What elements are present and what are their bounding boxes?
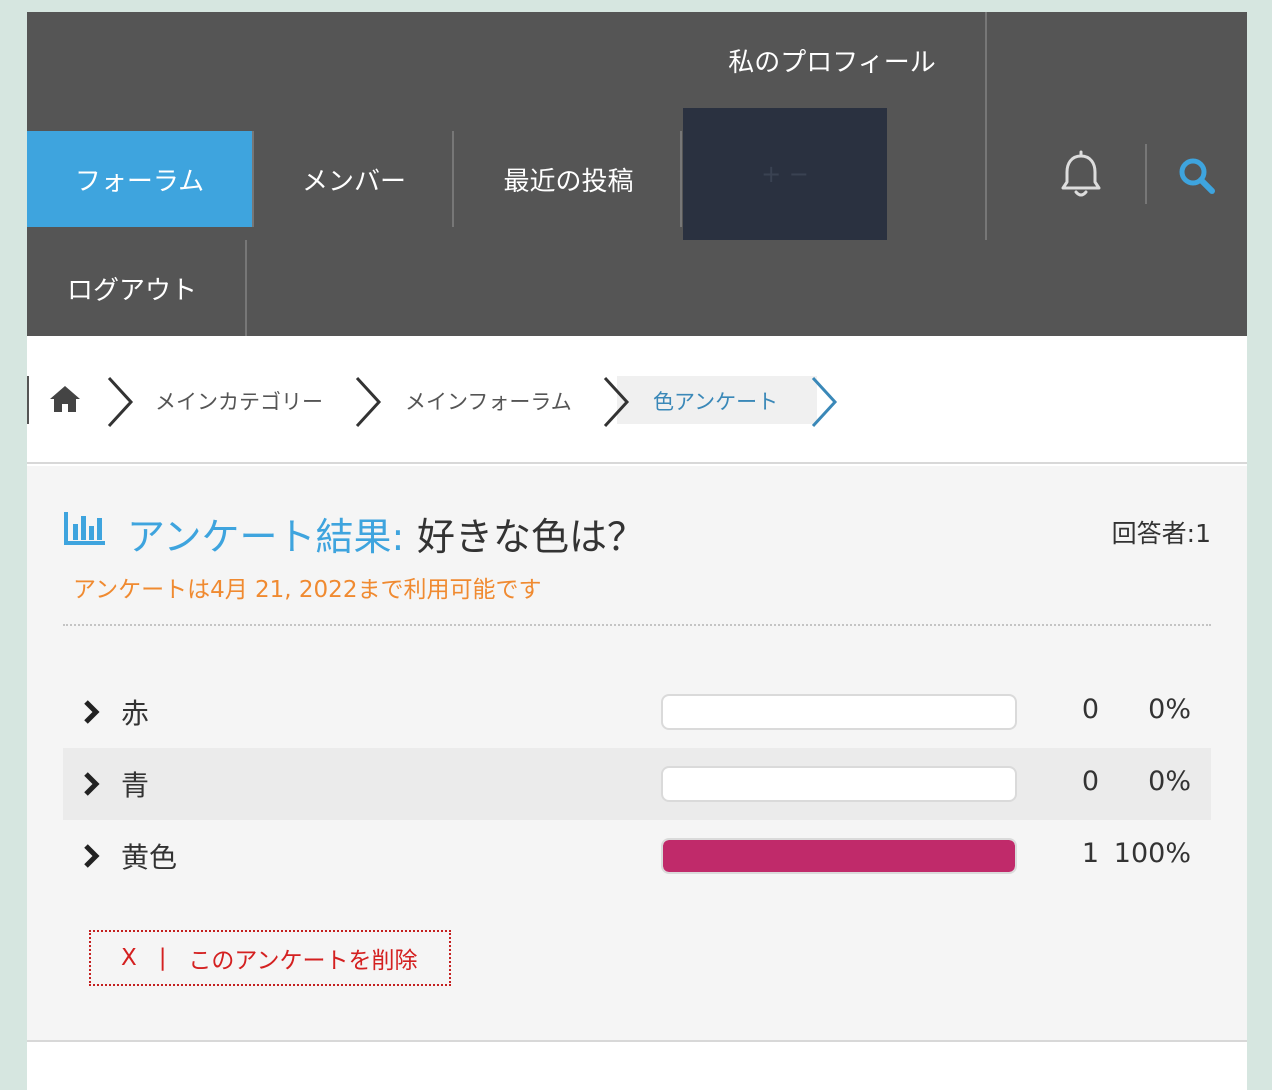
chevron-right-icon[interactable] xyxy=(81,842,103,870)
poll-option-bar xyxy=(661,766,1017,802)
nav-divider xyxy=(680,131,682,227)
breadcrumb: メインカテゴリー メインフォーラム 色アンケート xyxy=(27,336,1247,464)
delete-x: X xyxy=(121,945,137,971)
poll-option-label[interactable]: 赤 xyxy=(121,692,149,732)
poll-option: 青 0 0% xyxy=(63,748,1211,820)
poll-results-panel: アンケート結果: 好きな色は？ 回答者:1 アンケートは4月 21, 2022ま… xyxy=(27,466,1247,1042)
poll-results-label: アンケート結果: xyxy=(127,515,405,559)
voter-count-value: 1 xyxy=(1195,519,1211,548)
poll-option-bar xyxy=(661,838,1017,874)
poll-option-count: 1 xyxy=(1081,838,1099,869)
divider xyxy=(63,624,1211,626)
delete-poll-label: このアンケートを削除 xyxy=(188,948,418,974)
breadcrumb-separator xyxy=(107,376,134,428)
poll-option-percent: 100% xyxy=(1113,838,1191,869)
breadcrumb-item-main-category[interactable]: メインカテゴリー xyxy=(155,386,323,416)
nav-item-recent-posts[interactable]: 最近の投稿 xyxy=(456,131,681,227)
poll-deadline: アンケートは4月 21, 2022まで利用可能です xyxy=(73,577,542,603)
poll-option-percent: 0% xyxy=(1148,766,1191,797)
poll-option-count: 0 xyxy=(1081,766,1099,797)
nav-item-profile[interactable]: 私のプロフィール xyxy=(707,36,957,84)
bar-chart-icon xyxy=(64,512,105,545)
delete-poll-button[interactable]: X | このアンケートを削除 xyxy=(89,930,451,986)
poll-option-percent: 0% xyxy=(1148,694,1191,725)
nav-item-members[interactable]: メンバー xyxy=(254,131,454,227)
nav-divider xyxy=(245,240,247,336)
search-icon[interactable] xyxy=(1177,156,1217,196)
bell-icon[interactable] xyxy=(1057,150,1105,200)
chevron-right-icon[interactable] xyxy=(81,770,103,798)
breadcrumb-separator xyxy=(603,376,630,428)
nav-divider xyxy=(452,131,454,227)
poll-option-count: 0 xyxy=(1081,694,1099,725)
voter-count-label: 回答者: xyxy=(1111,519,1196,548)
poll-option-label[interactable]: 黄色 xyxy=(121,836,177,876)
nav-item-forum[interactable]: フォーラム xyxy=(27,131,252,227)
breadcrumb-edge xyxy=(27,376,29,424)
poll-option-label[interactable]: 青 xyxy=(121,764,149,804)
nav-item-logout[interactable]: ログアウト xyxy=(27,240,245,336)
poll-question: 好きな色は？ xyxy=(417,515,646,559)
poll-option-bar xyxy=(661,694,1017,730)
main-nav: 私のプロフィール フォーラム メンバー 最近の投稿 + − ログアウト xyxy=(27,12,1247,336)
poll-option: 黄色 1 100% xyxy=(63,820,1211,892)
nav-divider xyxy=(1145,144,1147,204)
page: 私のプロフィール フォーラム メンバー 最近の投稿 + − ログアウト メインカ… xyxy=(27,12,1247,1090)
nav-divider xyxy=(985,12,987,240)
voter-count: 回答者:1 xyxy=(1112,514,1211,550)
chevron-right-icon[interactable] xyxy=(81,698,103,726)
breadcrumb-end-chevron xyxy=(811,376,838,428)
home-icon[interactable] xyxy=(49,384,81,414)
breadcrumb-item-main-forum[interactable]: メインフォーラム xyxy=(405,386,572,416)
hidden-nav-item[interactable]: + − xyxy=(683,108,887,240)
breadcrumb-item-current[interactable]: 色アンケート xyxy=(653,386,778,416)
breadcrumb-separator xyxy=(355,376,382,428)
poll-option-bar-fill xyxy=(663,840,1015,872)
delete-separator: | xyxy=(158,945,167,971)
poll-option: 赤 0 0% xyxy=(63,676,1211,748)
